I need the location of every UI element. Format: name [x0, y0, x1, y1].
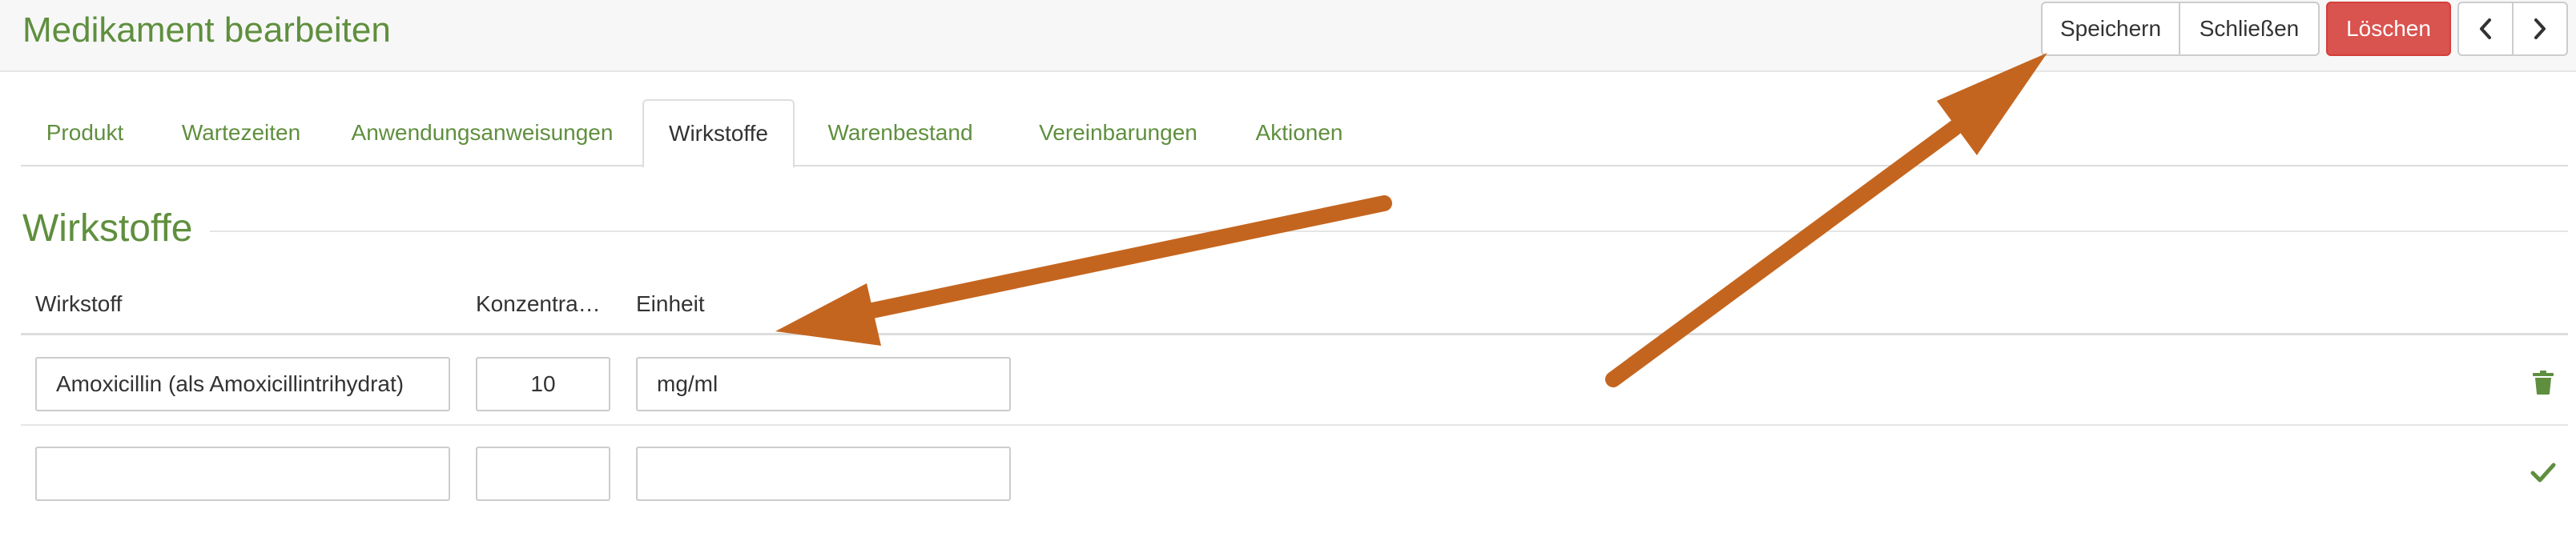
close-button[interactable]: Schließen: [2179, 2, 2320, 56]
tab-produkt[interactable]: Produkt: [21, 99, 149, 166]
confirm-row-button[interactable]: [2527, 456, 2559, 488]
page-header: Medikament bearbeiten Speichern Schließe…: [0, 0, 2576, 72]
column-header-wirkstoff: Wirkstoff: [35, 291, 123, 316]
trash-icon: [2533, 371, 2554, 395]
next-button[interactable]: [2512, 2, 2568, 56]
tab-wirkstoffe[interactable]: Wirkstoffe: [642, 99, 795, 168]
chevron-right-icon: [2534, 18, 2546, 39]
check-icon: [2530, 463, 2556, 483]
save-button[interactable]: Speichern: [2041, 2, 2180, 56]
new-substance-input[interactable]: [35, 447, 450, 501]
new-unit-input[interactable]: [636, 447, 1011, 501]
tab-anwendungsanweisungen[interactable]: Anwendungsanweisungen: [330, 99, 634, 166]
column-header-konzentration: Konzentrati…: [476, 291, 604, 316]
concentration-input[interactable]: [476, 357, 610, 411]
table-row-divider: [21, 424, 2568, 426]
tab-wartezeiten[interactable]: Wartezeiten: [157, 99, 325, 166]
section-title: Wirkstoffe: [22, 205, 211, 253]
page-title: Medikament bearbeiten: [22, 10, 391, 50]
section-divider: [192, 230, 2568, 232]
new-concentration-input[interactable]: [476, 447, 610, 501]
substance-input[interactable]: [35, 357, 450, 411]
chevron-left-icon: [2480, 18, 2491, 39]
annotation-arrow-to-unit-field: [775, 195, 1392, 346]
table-header-divider: [21, 333, 2568, 335]
column-header-einheit: Einheit: [636, 291, 705, 316]
tab-vereinbarungen[interactable]: Vereinbarungen: [1006, 99, 1230, 166]
tab-aktionen[interactable]: Aktionen: [1235, 99, 1363, 166]
tab-warenbestand[interactable]: Warenbestand: [804, 99, 996, 166]
delete-row-button[interactable]: [2527, 367, 2559, 399]
previous-button[interactable]: [2457, 2, 2514, 56]
unit-input[interactable]: [636, 357, 1011, 411]
delete-button[interactable]: Löschen: [2326, 2, 2451, 56]
tab-bar: Produkt Wartezeiten Anwendungsanweisunge…: [21, 99, 2568, 168]
